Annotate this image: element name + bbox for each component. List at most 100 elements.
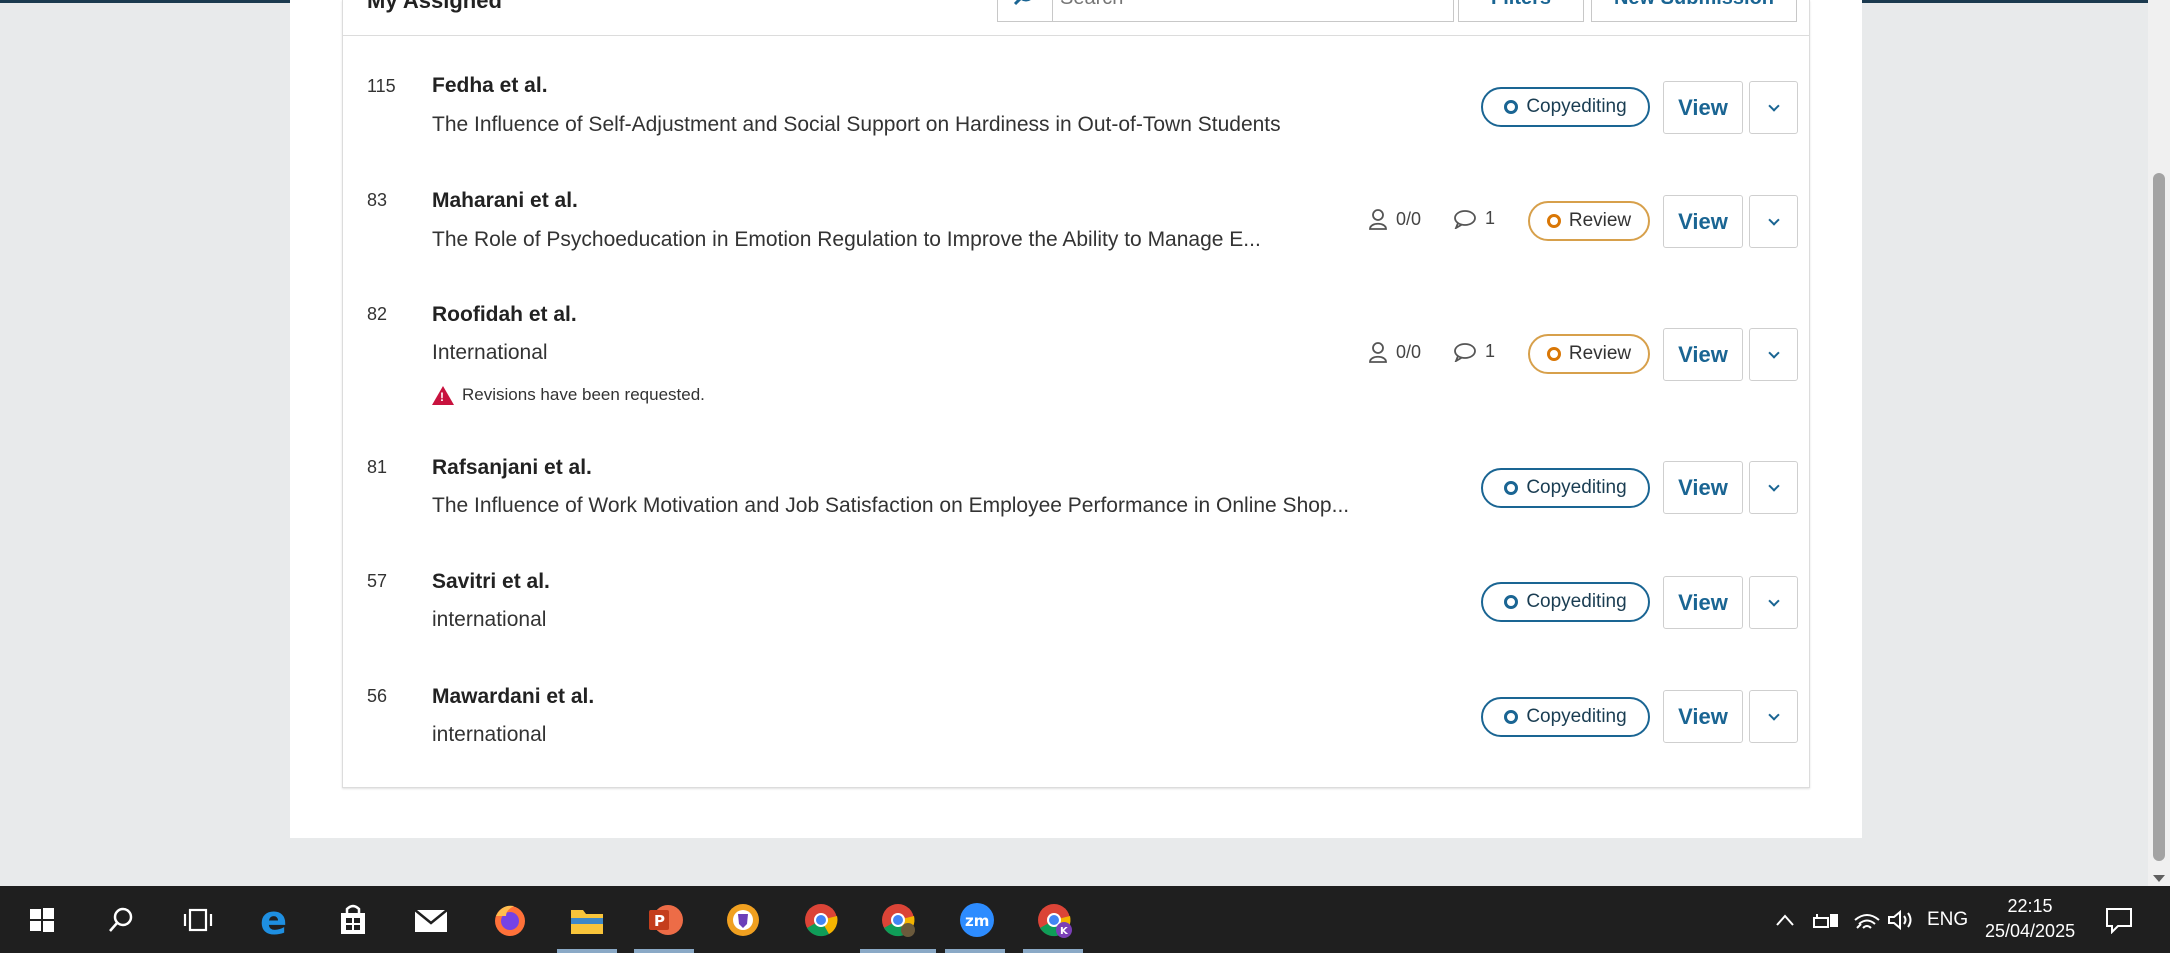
wifi-icon[interactable]	[1853, 886, 1881, 953]
task-view-icon[interactable]	[176, 898, 220, 942]
stage-dot-icon	[1504, 595, 1519, 609]
scrollbar-thumb[interactable]	[2153, 173, 2165, 861]
chrome-profile-icon[interactable]	[877, 898, 921, 942]
svg-text:P: P	[654, 912, 665, 930]
discussion-count: 1	[1453, 208, 1495, 229]
chevron-down-icon	[1767, 708, 1780, 721]
filters-button[interactable]: Filters	[1458, 0, 1584, 22]
search-input[interactable]	[1060, 0, 1440, 13]
submission-title[interactable]: International	[432, 341, 1352, 365]
view-label: View	[1678, 94, 1728, 120]
comment-icon	[1454, 342, 1476, 362]
stage-label: Review	[1568, 343, 1632, 364]
stage-badge-copyediting[interactable]: Copyediting	[1481, 697, 1650, 737]
clock[interactable]: 22:15 25/04/2025	[1985, 894, 2075, 944]
powerpoint-icon[interactable]: P	[643, 898, 687, 942]
panel-header: My Assigned Filters New Submission	[343, 0, 1809, 36]
language-indicator[interactable]: ENG	[1927, 886, 1968, 953]
network-icon[interactable]	[1812, 886, 1840, 953]
reviewer-icon	[1369, 342, 1387, 363]
view-button[interactable]: View	[1663, 461, 1743, 514]
stage-badge-copyediting[interactable]: Copyediting	[1481, 87, 1650, 127]
submission-title[interactable]: international	[432, 608, 1352, 632]
submission-author[interactable]: Mawardani et al.	[432, 685, 594, 709]
stage-badge-copyediting[interactable]: Copyediting	[1481, 582, 1650, 622]
submission-author[interactable]: Maharani et al.	[432, 189, 578, 213]
chevron-down-icon	[1767, 594, 1780, 607]
tray-expand-icon[interactable]	[1775, 886, 1795, 953]
explorer-active-indicator	[557, 949, 617, 953]
discussion-count-label: 1	[1485, 341, 1496, 361]
submission-author[interactable]: Roofidah et al.	[432, 303, 577, 327]
my-assigned-panel: My Assigned Filters New Submission 115 F…	[342, 0, 1810, 788]
mail-icon[interactable]	[409, 898, 453, 942]
warning-icon	[432, 385, 454, 405]
new-submission-label: New Submission	[1614, 0, 1774, 9]
panel-title: My Assigned	[367, 0, 502, 13]
chevron-down-icon	[1767, 213, 1780, 226]
chevron-down-icon	[1767, 346, 1780, 359]
view-label: View	[1678, 208, 1728, 234]
windows-taskbar: e P zm K ENG 22:15 25/04/2025	[0, 886, 2170, 953]
edge-icon[interactable]: e	[253, 898, 297, 942]
submission-title[interactable]: The Role of Psychoeducation in Emotion R…	[432, 228, 1352, 252]
review-count-label: 0/0	[1396, 341, 1422, 362]
stage-badge-copyediting[interactable]: Copyediting	[1481, 468, 1650, 508]
expand-button[interactable]	[1749, 576, 1798, 629]
chrome-icon[interactable]	[799, 898, 843, 942]
stage-dot-icon	[1504, 481, 1519, 495]
stage-badge-review[interactable]: Review	[1528, 334, 1650, 374]
view-button[interactable]: View	[1663, 690, 1743, 743]
zoom-icon[interactable]: zm	[955, 898, 999, 942]
page-scrollbar[interactable]	[2148, 0, 2170, 886]
stage-badge-review[interactable]: Review	[1528, 201, 1650, 241]
view-button[interactable]: View	[1663, 81, 1743, 134]
view-label: View	[1678, 703, 1728, 729]
notifications-icon[interactable]	[2104, 886, 2134, 953]
expand-button[interactable]	[1749, 690, 1798, 743]
submission-author[interactable]: Fedha et al.	[432, 74, 548, 98]
stage-label: Copyediting	[1526, 591, 1627, 612]
reviewer-icon	[1369, 209, 1387, 230]
stage-dot-icon	[1546, 347, 1561, 361]
file-explorer-icon[interactable]	[565, 898, 609, 942]
expand-button[interactable]	[1749, 328, 1798, 381]
submission-author[interactable]: Savitri et al.	[432, 570, 550, 594]
search-box[interactable]	[997, 0, 1454, 22]
search-icon[interactable]	[99, 898, 143, 942]
firefox-icon[interactable]	[488, 898, 532, 942]
expand-button[interactable]	[1749, 195, 1798, 248]
revisions-notice: Revisions have been requested.	[432, 385, 705, 405]
submission-title[interactable]: international	[432, 723, 1352, 747]
stage-label: Copyediting	[1526, 706, 1627, 727]
discussion-count: 1	[1453, 341, 1495, 362]
store-icon[interactable]	[331, 898, 375, 942]
view-button[interactable]: View	[1663, 576, 1743, 629]
expand-button[interactable]	[1749, 461, 1798, 514]
discussion-count-label: 1	[1485, 208, 1496, 228]
review-count: 0/0	[1368, 341, 1421, 363]
view-button[interactable]: View	[1663, 195, 1743, 248]
zoom-active-indicator	[945, 949, 1005, 953]
brave-icon[interactable]	[721, 898, 765, 942]
notice-label: Revisions have been requested.	[462, 385, 705, 404]
chrome-k-active-indicator	[1023, 949, 1083, 953]
scroll-down-arrow-icon[interactable]	[2153, 875, 2165, 882]
submission-title[interactable]: The Influence of Work Motivation and Job…	[432, 494, 1452, 518]
comment-icon	[1454, 209, 1476, 229]
filters-label: Filters	[1491, 0, 1551, 9]
chrome-k-profile-icon[interactable]: K	[1033, 898, 1077, 942]
windows-start-icon[interactable]	[20, 898, 64, 942]
expand-button[interactable]	[1749, 81, 1798, 134]
volume-icon[interactable]	[1886, 886, 1916, 953]
review-count: 0/0	[1368, 208, 1421, 230]
search-icon[interactable]	[998, 0, 1053, 21]
view-button[interactable]: View	[1663, 328, 1743, 381]
svg-text:K: K	[1060, 926, 1069, 937]
clock-time: 22:15	[2007, 896, 2053, 916]
submission-id: 115	[367, 76, 396, 96]
new-submission-button[interactable]: New Submission	[1591, 0, 1797, 22]
review-count-label: 0/0	[1396, 208, 1422, 229]
submission-author[interactable]: Rafsanjani et al.	[432, 456, 592, 480]
submission-title[interactable]: The Influence of Self-Adjustment and Soc…	[432, 113, 1392, 137]
